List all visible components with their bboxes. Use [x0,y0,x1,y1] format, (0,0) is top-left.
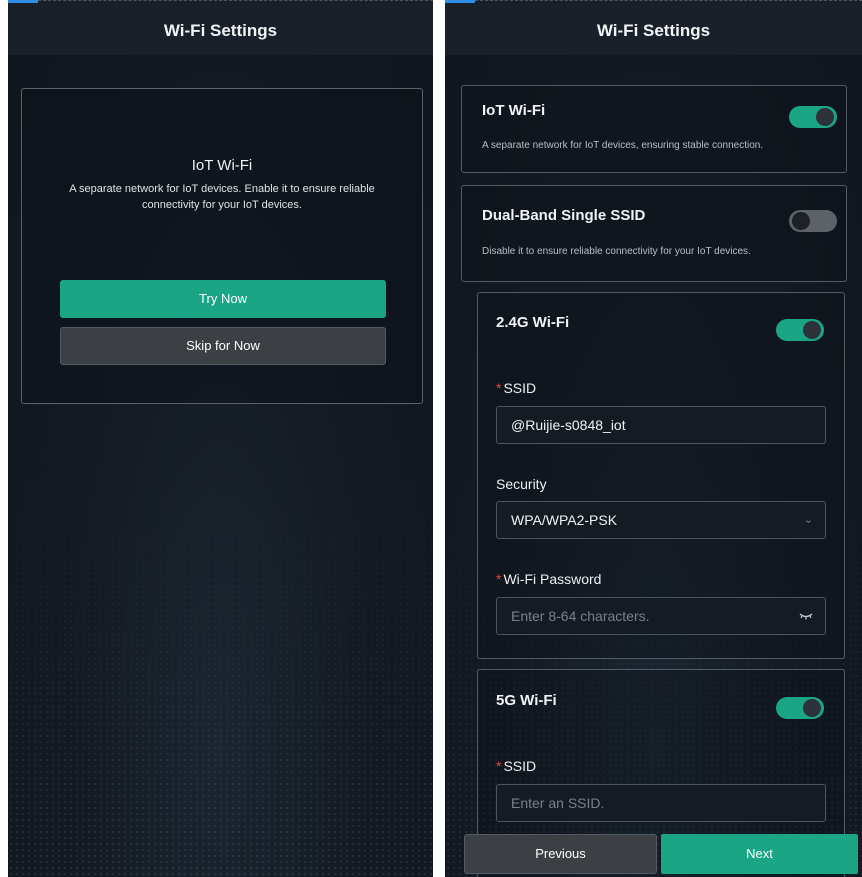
header-accent-line [8,0,38,3]
toggle-knob [816,108,834,126]
intro-description: A separate network for IoT devices. Enab… [69,183,375,211]
required-asterisk: * [496,380,502,396]
previous-button[interactable]: Previous [464,834,657,874]
wifi-5g-title: 5G Wi-Fi [496,692,557,709]
toggle-knob [792,212,810,230]
toggle-knob [803,321,821,339]
intro-title: IoT Wi-Fi [191,157,253,174]
header-accent-line [445,0,475,3]
page-title: Wi-Fi Settings [596,21,711,40]
eye-closed-icon[interactable] [799,611,813,621]
iot-wifi-title: IoT Wi-Fi [482,102,546,119]
wifi-24g-title: 2.4G Wi-Fi [496,314,570,331]
left-panel: Wi-Fi Settings IoT Wi-Fi A separate netw… [8,0,433,877]
iot-wifi-card: IoT Wi-Fi A separate network for IoT dev… [461,85,847,173]
wifi-24g-toggle[interactable] [776,319,824,341]
ssid-24g-input[interactable]: @Ruijie-s0848_iot [496,406,826,444]
wifi-5g-toggle[interactable] [776,697,824,719]
next-button[interactable]: Next [661,834,858,874]
iot-wifi-toggle[interactable] [789,106,837,128]
page-title: Wi-Fi Settings [163,21,278,40]
header-bar: Wi-Fi Settings [8,0,433,55]
dual-band-title: Dual-Band Single SSID [482,207,646,224]
ssid-label: * SSID [496,380,537,396]
wifi-password-label: * Wi-Fi Password [496,571,602,587]
dual-band-description: Disable it to ensure reliable connectivi… [482,246,751,257]
skip-for-now-button[interactable]: Skip for Now [60,327,386,365]
dual-band-card: Dual-Band Single SSID Disable it to ensu… [461,185,847,282]
wifi-password-input[interactable]: Enter 8-64 characters. [496,597,826,635]
ssid-label: * SSID [496,758,537,774]
right-panel: Wi-Fi Settings IoT Wi-Fi A separate netw… [445,0,862,877]
security-select[interactable]: WPA/WPA2-PSK ⌄ [496,501,826,539]
dual-band-toggle[interactable] [789,210,837,232]
toggle-knob [803,699,821,717]
iot-wifi-description: A separate network for IoT devices, ensu… [482,140,764,151]
header-bar: Wi-Fi Settings [445,0,862,55]
required-asterisk: * [496,571,502,587]
security-label: Security [496,476,547,492]
ssid-5g-input[interactable]: Enter an SSID. [496,784,826,822]
try-now-button[interactable]: Try Now [60,280,386,318]
wifi-24g-card: 2.4G Wi-Fi * SSID @Ruijie-s0848_iot Secur… [477,292,845,659]
iot-intro-card: IoT Wi-Fi A separate network for IoT dev… [21,88,423,404]
chevron-down-icon: ⌄ [803,514,813,526]
required-asterisk: * [496,758,502,774]
footer-bar: Previous Next [445,834,862,877]
